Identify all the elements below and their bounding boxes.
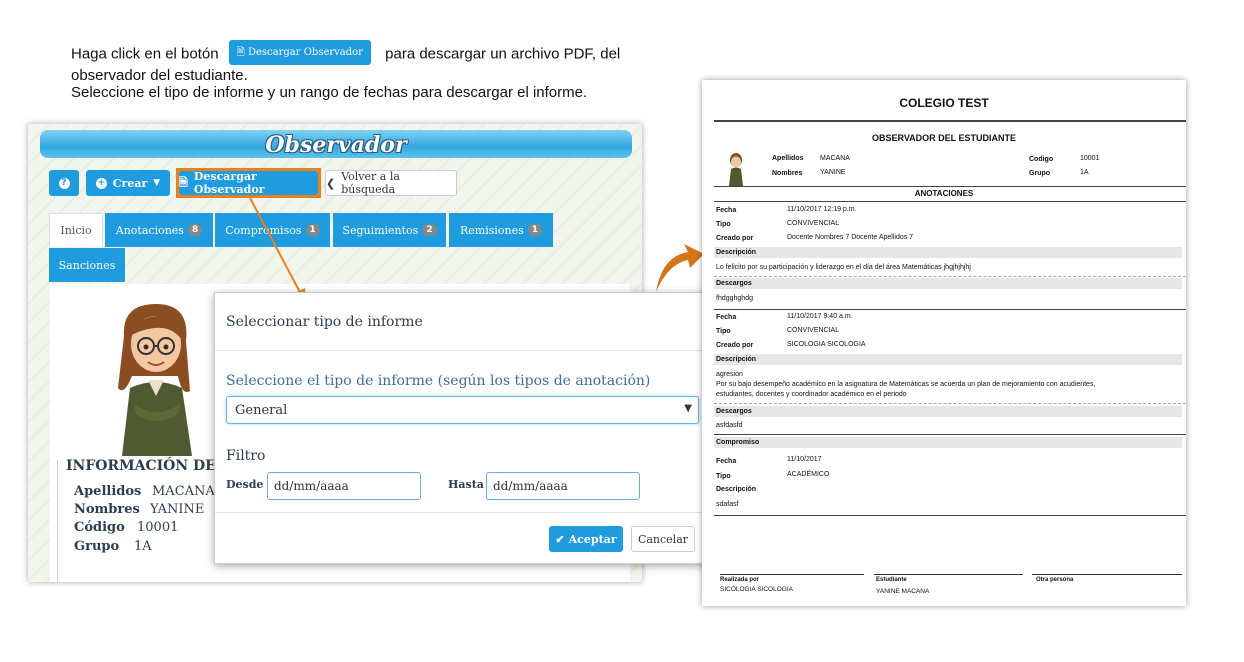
date-placeholder: dd/mm/aaaa xyxy=(274,479,349,493)
pdf-footer-value: SICOLOGIA SICOLOGIA xyxy=(720,586,793,593)
desde-date-input[interactable]: dd/mm/aaaa xyxy=(267,472,421,500)
pdf-value: Por su bajo desempeño académico en la as… xyxy=(716,381,1096,388)
select-value: General xyxy=(235,403,288,418)
pdf-label: Apellidos xyxy=(772,155,804,162)
pdf-section-anotaciones: ANOTACIONES xyxy=(914,189,974,198)
curved-arrow-icon xyxy=(656,244,704,292)
pdf-grey-band xyxy=(714,437,1182,448)
pdf-rule xyxy=(714,434,1186,435)
signature-line xyxy=(1032,574,1182,575)
pdf-dashed-rule xyxy=(714,403,1186,404)
pdf-value: 11/10/2017 xyxy=(787,456,822,463)
signature-line xyxy=(720,574,864,575)
pdf-label: Tipo xyxy=(716,328,731,335)
pdf-subtitle: OBSERVADOR DEL ESTUDIANTE xyxy=(871,133,1017,143)
modal-divider xyxy=(215,350,710,351)
pdf-grey-band xyxy=(714,247,1182,258)
pdf-value: asfdasfd xyxy=(716,422,743,429)
pdf-rule xyxy=(714,120,1186,122)
pdf-label: Nombres xyxy=(772,170,803,177)
pdf-label: Tipo xyxy=(716,221,731,228)
pdf-value: 10001 xyxy=(1080,155,1100,162)
filtro-heading: Filtro xyxy=(226,448,266,464)
pdf-value: 11/10/2017 12:19 p.m. xyxy=(787,206,857,213)
pdf-rule xyxy=(714,186,1186,187)
pdf-value: 1A xyxy=(1080,169,1089,176)
pdf-value: Lo felicito por su participación y lider… xyxy=(716,264,971,271)
connector-line xyxy=(249,197,303,297)
pdf-value: fhdgghghdg xyxy=(716,295,753,302)
pdf-value: Docente Nombres 7 Docente Apellidos 7 xyxy=(787,234,914,241)
date-placeholder: dd/mm/aaaa xyxy=(493,479,568,493)
pdf-label: Codigo xyxy=(1029,156,1054,163)
pdf-footer-label: Otra persona xyxy=(1036,577,1074,583)
pdf-grey-band xyxy=(714,406,1182,417)
modal-footer-divider xyxy=(215,512,710,513)
pdf-value: ACADÉMICO xyxy=(787,471,830,478)
pdf-value: agresion xyxy=(716,371,743,378)
pdf-value: MACANA xyxy=(820,155,850,162)
aceptar-label: Aceptar xyxy=(568,532,617,546)
pdf-value: YANINE xyxy=(820,169,846,176)
report-type-modal: Seleccionar tipo de informe Seleccione e… xyxy=(214,292,711,564)
cancelar-button[interactable]: Cancelar xyxy=(631,526,695,552)
pdf-value: CONVIVENCIAL xyxy=(787,327,840,334)
chevron-down-icon: ▼ xyxy=(684,403,692,414)
pdf-label: Fecha xyxy=(716,207,737,214)
pdf-footer-label: Estudiante xyxy=(876,577,907,583)
pdf-label: Tipo xyxy=(716,473,731,480)
report-type-select[interactable]: General ▼ xyxy=(226,396,699,424)
modal-title: Seleccionar tipo de informe xyxy=(226,314,423,330)
pdf-footer-value: YANINE MACANA xyxy=(876,588,930,595)
pdf-value: sdafasf xyxy=(716,501,739,508)
pdf-rule xyxy=(714,201,1186,202)
pdf-value: estudiantes, docentes y coordinador acad… xyxy=(716,391,907,398)
pdf-rule xyxy=(714,309,1186,310)
pdf-label: Creado por xyxy=(716,235,754,242)
pdf-value: 11/10/2017 9:40 a.m. xyxy=(787,313,853,320)
desde-label: Desde xyxy=(226,478,264,491)
pdf-label: Descripción xyxy=(716,486,757,493)
pdf-grey-band xyxy=(714,278,1182,289)
pdf-label: Grupo xyxy=(1029,170,1050,177)
pdf-label: Creado por xyxy=(716,342,754,349)
pdf-school-title: COLEGIO TEST xyxy=(899,96,989,110)
cancelar-label: Cancelar xyxy=(637,532,689,546)
pdf-label: Descripción xyxy=(716,356,757,363)
pdf-value: SICOLOGIA SICOLOGIA xyxy=(787,341,866,348)
signature-line xyxy=(874,574,1023,575)
pdf-rule xyxy=(714,515,1186,516)
pdf-footer-label: Realizada por xyxy=(720,577,760,583)
pdf-preview: COLEGIO TEST OBSERVADOR DEL ESTUDIANTE A… xyxy=(702,80,1186,606)
hasta-date-input[interactable]: dd/mm/aaaa xyxy=(486,472,640,500)
pdf-dashed-rule xyxy=(714,276,1186,277)
pdf-label: Descripción xyxy=(716,249,757,256)
check-icon: ✔ xyxy=(555,532,565,546)
hasta-label: Hasta xyxy=(448,478,484,491)
pdf-grey-band xyxy=(714,354,1182,365)
pdf-label: Descargos xyxy=(716,280,752,287)
pdf-label: Descargos xyxy=(716,408,752,415)
pdf-value: CONVIVENCIAL xyxy=(787,220,840,227)
report-type-label: Seleccione el tipo de informe (según los… xyxy=(226,373,651,389)
pdf-label: Fecha xyxy=(716,458,737,465)
pdf-student-avatar xyxy=(729,153,743,186)
pdf-label: Compromiso xyxy=(716,439,760,446)
pdf-label: Fecha xyxy=(716,314,737,321)
aceptar-button[interactable]: ✔ Aceptar xyxy=(549,526,623,552)
